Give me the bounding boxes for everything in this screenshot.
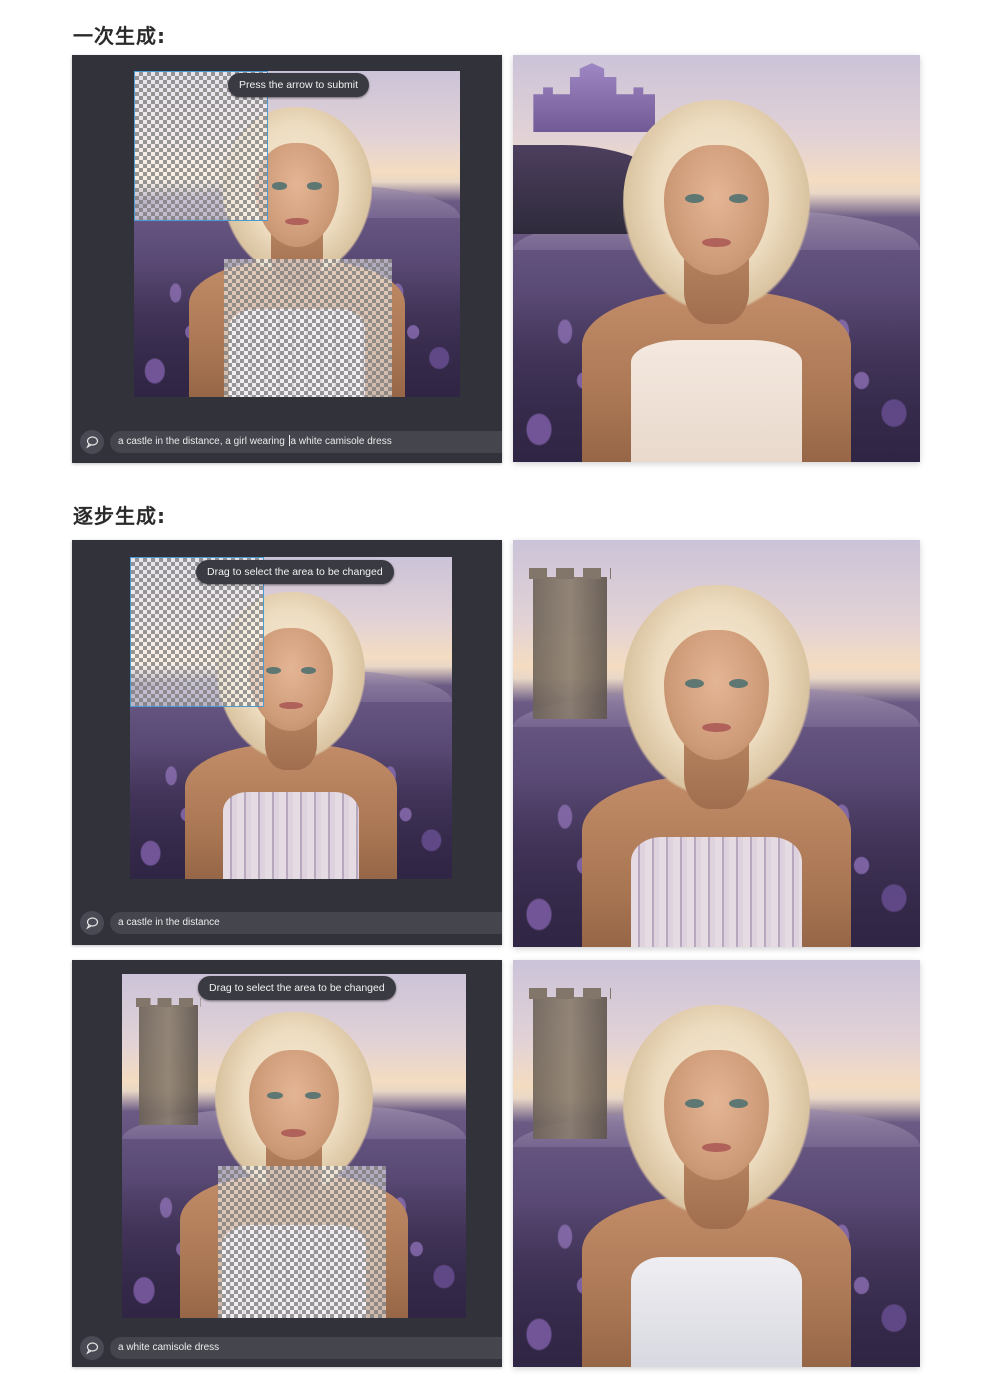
- text-caret: [288, 435, 290, 446]
- chat-bubble-icon[interactable]: [80, 1336, 104, 1360]
- result-image-one-shot: [513, 55, 920, 462]
- prompt-text: a castle in the distance: [118, 917, 220, 928]
- tower-graphic: [528, 988, 612, 1140]
- tower-graphic: [528, 568, 612, 720]
- erased-region-dress[interactable]: [224, 259, 392, 397]
- section-heading-step-by-step: 逐步生成:: [73, 504, 166, 528]
- prompt-text-after-caret: a white camisole dress: [290, 436, 392, 447]
- prompt-text: a white camisole dress: [118, 1342, 220, 1353]
- prompt-text: a castle in the distance, a girl wearing: [118, 436, 288, 447]
- editor-panel-one-shot[interactable]: Press the arrow to submit a castle in th…: [72, 55, 502, 463]
- editor-panel-step-2[interactable]: Drag to select the area to be changed a …: [72, 960, 502, 1367]
- prompt-input[interactable]: a castle in the distance: [110, 912, 502, 934]
- editor-panel-step-1[interactable]: Drag to select the area to be changed a …: [72, 540, 502, 945]
- prompt-row: a white camisole dress: [80, 1336, 502, 1360]
- erased-region-dress[interactable]: [218, 1166, 386, 1318]
- chat-bubble-icon[interactable]: [80, 911, 104, 935]
- prompt-input[interactable]: a white camisole dress: [110, 1337, 502, 1359]
- section-heading-one-shot: 一次生成:: [73, 24, 166, 48]
- result-image-step-2: [513, 960, 920, 1367]
- tooltip: Drag to select the area to be changed: [198, 976, 396, 1000]
- tooltip: Press the arrow to submit: [228, 73, 370, 97]
- prompt-row: a castle in the distance: [80, 911, 502, 935]
- chat-bubble-icon[interactable]: [80, 430, 104, 454]
- tooltip: Drag to select the area to be changed: [196, 560, 394, 584]
- result-image-step-1: [513, 540, 920, 947]
- prompt-row: a castle in the distance, a girl wearing…: [80, 430, 502, 454]
- prompt-input[interactable]: a castle in the distance, a girl wearing…: [110, 431, 502, 453]
